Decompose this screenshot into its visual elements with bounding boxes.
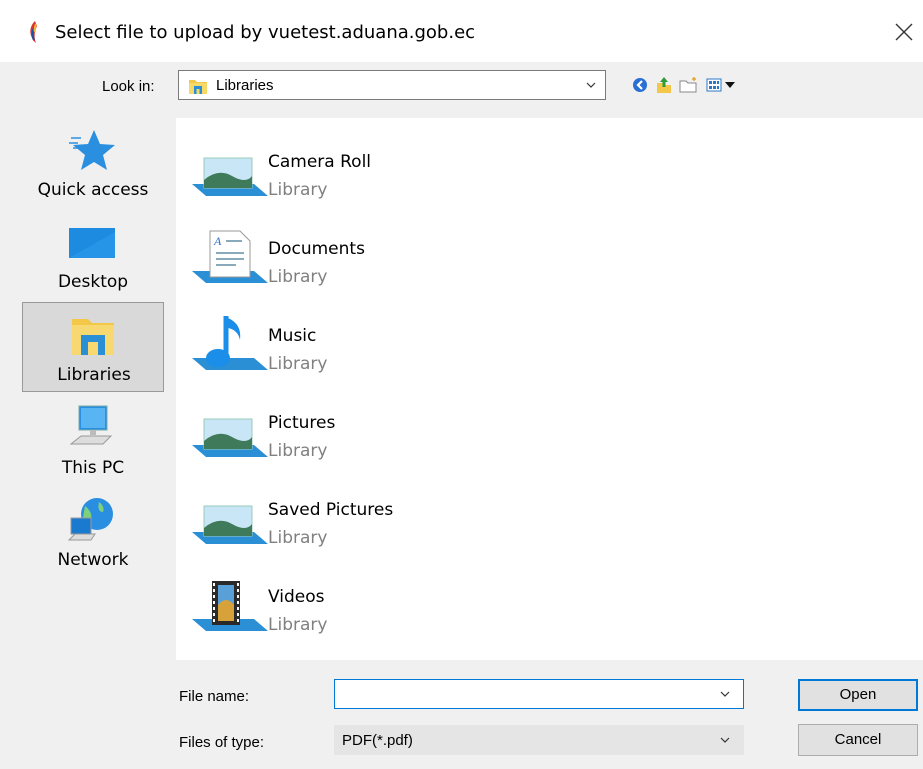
- desktop-icon: [69, 228, 115, 258]
- place-this-pc[interactable]: This PC: [22, 396, 164, 486]
- window-title: Select file to upload by vuetest.aduana.…: [55, 22, 476, 43]
- place-label: Libraries: [57, 365, 131, 385]
- list-item-saved-pictures[interactable]: Saved Pictures Library: [184, 482, 484, 562]
- app-logo-icon: [30, 21, 37, 43]
- file-name-label: File name:: [179, 688, 250, 705]
- file-type-select[interactable]: PDF(*.pdf): [334, 725, 744, 755]
- look-in-combo[interactable]: Libraries: [178, 70, 606, 100]
- item-type: Library: [268, 354, 328, 374]
- new-folder-icon[interactable]: [679, 76, 699, 94]
- libraries-icon: [72, 319, 114, 355]
- documents-library-icon: A: [192, 230, 268, 283]
- picture-library-icon: [192, 157, 268, 196]
- star-icon: [69, 130, 115, 170]
- list-item-pictures[interactable]: Pictures Library: [184, 395, 484, 475]
- place-libraries[interactable]: Libraries: [22, 302, 164, 392]
- item-name: Pictures: [268, 413, 336, 433]
- cancel-button[interactable]: Cancel: [798, 724, 918, 756]
- network-icon: [67, 498, 113, 541]
- chevron-down-icon: [720, 737, 730, 743]
- place-label: Network: [57, 550, 129, 570]
- music-library-icon: [192, 316, 268, 370]
- libraries-folder-icon: [189, 80, 207, 94]
- svg-text:A: A: [213, 234, 222, 248]
- back-icon[interactable]: [632, 76, 648, 94]
- item-name: Documents: [268, 239, 365, 259]
- chevron-down-icon: [586, 82, 596, 88]
- place-label: Desktop: [57, 272, 129, 292]
- list-item-documents[interactable]: A Documents Library: [184, 221, 484, 301]
- place-desktop[interactable]: Desktop: [22, 210, 164, 300]
- picture-library-icon: [192, 418, 268, 457]
- place-label: This PC: [61, 458, 125, 478]
- list-item-music[interactable]: Music Library: [184, 308, 484, 388]
- item-type: Library: [268, 615, 328, 635]
- item-type: Library: [268, 441, 328, 461]
- item-name: Music: [268, 326, 317, 346]
- item-type: Library: [268, 267, 328, 287]
- file-type-value: PDF(*.pdf): [342, 732, 413, 749]
- item-type: Library: [268, 180, 328, 200]
- view-menu-icon[interactable]: [706, 76, 738, 94]
- up-folder-icon[interactable]: [655, 76, 673, 94]
- video-library-icon: [192, 581, 268, 631]
- place-quick-access[interactable]: Quick access: [22, 118, 164, 208]
- item-name: Videos: [268, 587, 325, 607]
- look-in-value: Libraries: [216, 77, 274, 94]
- file-name-input[interactable]: [334, 679, 744, 709]
- item-type: Library: [268, 528, 328, 548]
- list-item-camera-roll[interactable]: Camera Roll Library: [184, 134, 484, 214]
- file-type-label: Files of type:: [179, 734, 265, 751]
- item-name: Camera Roll: [268, 152, 372, 172]
- computer-icon: [69, 405, 113, 445]
- look-in-label: Look in:: [102, 78, 155, 95]
- title-bar: Select file to upload by vuetest.aduana.…: [0, 0, 923, 62]
- open-button[interactable]: Open: [798, 679, 918, 711]
- list-item-videos[interactable]: Videos Library: [184, 569, 484, 649]
- file-list[interactable]: Camera Roll Library A Documents Library …: [176, 118, 923, 660]
- close-icon[interactable]: [888, 16, 920, 48]
- place-network[interactable]: Network: [22, 488, 164, 578]
- picture-library-icon: [192, 505, 268, 544]
- chevron-down-icon[interactable]: [719, 688, 731, 700]
- place-label: Quick access: [37, 180, 149, 200]
- item-name: Saved Pictures: [268, 500, 394, 520]
